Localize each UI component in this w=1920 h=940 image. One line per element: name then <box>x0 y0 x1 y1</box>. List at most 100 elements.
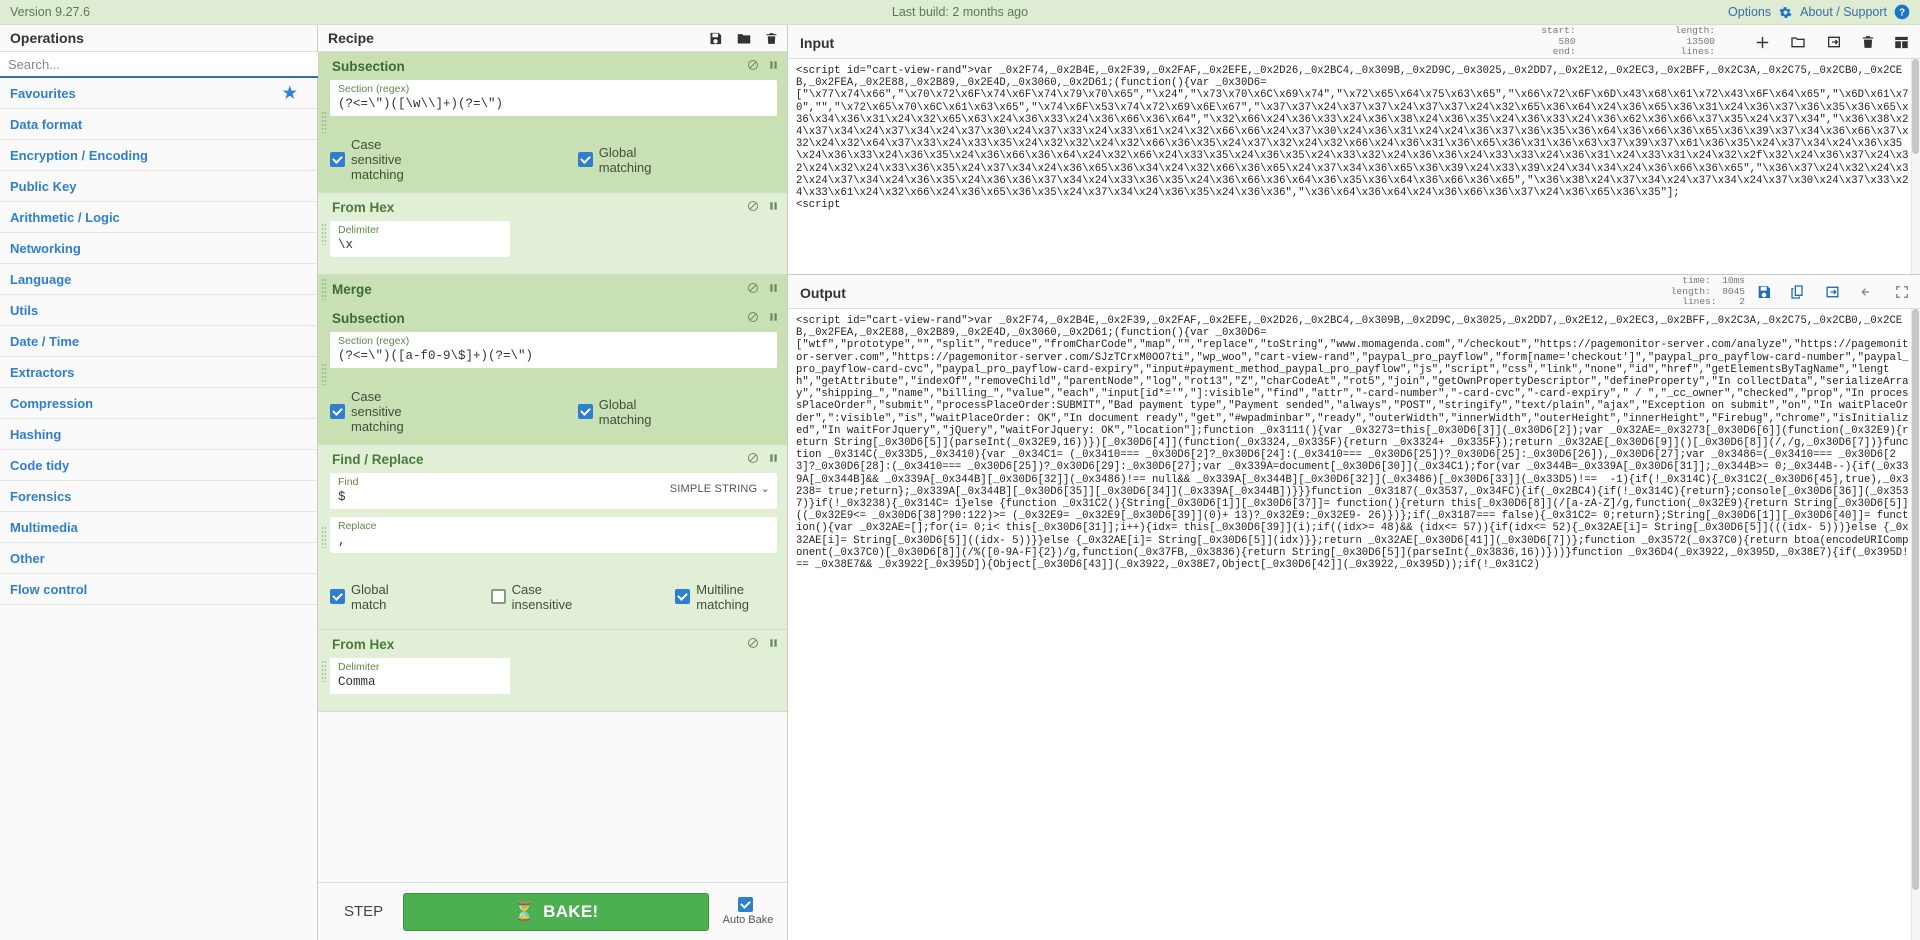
checkbox-box[interactable] <box>490 589 506 604</box>
recipe-operation[interactable]: Subsection Section (regex) (?<=\")([a-f0-9… <box>318 304 787 445</box>
options-link[interactable]: Options <box>1728 5 1771 19</box>
recipe-operation[interactable]: Find / Replace Find $ SIMPLE STRING ⌄ Replac… <box>318 445 787 630</box>
maximise-icon[interactable] <box>1894 284 1910 300</box>
operation-category-date-time[interactable]: Date / Time <box>0 326 317 357</box>
set-breakpoint-icon[interactable] <box>768 311 779 326</box>
question-circle-icon[interactable]: ? <box>1894 4 1910 20</box>
auto-bake-toggle[interactable]: Auto Bake <box>717 897 779 926</box>
tabs-layout-icon[interactable] <box>1893 35 1910 50</box>
save-recipe-icon[interactable] <box>708 31 723 46</box>
copy-icon[interactable] <box>1790 284 1806 300</box>
operation-category-favourites[interactable]: Favourites ★ <box>0 78 317 109</box>
operation-category-code-tidy[interactable]: Code tidy <box>0 450 317 481</box>
operation-category-encryption-encoding[interactable]: Encryption / Encoding <box>0 140 317 171</box>
arg-field[interactable]: Delimiter Comma <box>330 658 510 694</box>
checkbox-option[interactable]: Case insensitive <box>490 582 572 612</box>
checkbox-box[interactable] <box>330 404 345 419</box>
operation-category-hashing[interactable]: Hashing <box>0 419 317 450</box>
gear-icon[interactable] <box>1778 5 1793 20</box>
disable-operation-icon[interactable] <box>747 311 759 326</box>
arg-field[interactable]: Delimiter \x <box>330 221 510 257</box>
folder-open-icon[interactable] <box>1789 34 1807 50</box>
plus-icon[interactable] <box>1754 34 1771 51</box>
operation-category-compression[interactable]: Compression <box>0 388 317 419</box>
disable-operation-icon[interactable] <box>747 637 759 652</box>
output-scroll-thumb[interactable] <box>1912 309 1919 890</box>
drag-handle-icon[interactable] <box>321 222 326 245</box>
drag-handle-icon[interactable] <box>321 659 326 682</box>
clear-recipe-icon[interactable] <box>765 31 778 46</box>
arg-type-dropdown[interactable]: SIMPLE STRING ⌄ <box>670 482 770 495</box>
checkbox-box[interactable] <box>577 152 593 167</box>
set-breakpoint-icon[interactable] <box>768 59 779 74</box>
drag-handle-icon[interactable] <box>321 526 326 548</box>
load-recipe-icon[interactable] <box>736 31 752 46</box>
checkbox-option[interactable]: Multiline matching <box>675 582 749 612</box>
operation-category-utils[interactable]: Utils <box>0 295 317 326</box>
checkbox-box[interactable] <box>330 589 345 604</box>
arg-field[interactable]: Section (regex) (?<=\")([\w\\]+)(?=\") <box>330 80 777 116</box>
output-body[interactable]: <script id="cart-view-rand">var _0x2F74,… <box>788 309 1920 940</box>
arg-field[interactable]: Find $ SIMPLE STRING ⌄ <box>330 473 777 509</box>
arg-value[interactable]: $ <box>338 489 669 505</box>
recipe-operation-list[interactable]: Subsection Section (regex) (?<=\")([\w\\]+… <box>318 52 787 882</box>
output-scrollbar[interactable] <box>1911 309 1920 940</box>
operation-category-language[interactable]: Language <box>0 264 317 295</box>
drag-handle-icon[interactable] <box>321 111 326 133</box>
checkbox-option[interactable]: Case sensitive matching <box>330 389 404 434</box>
operation-category-flow-control[interactable]: Flow control <box>0 574 317 605</box>
arg-field[interactable]: Section (regex) (?<=\")([a-f0-9\$]+)(?=\"… <box>330 332 777 368</box>
operation-category-other[interactable]: Other <box>0 543 317 574</box>
recipe-operation[interactable]: Subsection Section (regex) (?<=\")([\w\\]+… <box>318 52 787 193</box>
operation-category-public-key[interactable]: Public Key <box>0 171 317 202</box>
time-label: time: <box>1682 275 1711 286</box>
operation-category-networking[interactable]: Networking <box>0 233 317 264</box>
trash-icon[interactable] <box>1861 34 1875 50</box>
operation-category-forensics[interactable]: Forensics <box>0 481 317 512</box>
recipe-operation[interactable]: From Hex Delimiter Comma <box>318 630 787 712</box>
arg-value[interactable]: Comma <box>338 674 502 690</box>
checkbox-box[interactable] <box>330 152 345 167</box>
drag-handle-icon[interactable] <box>321 363 326 385</box>
set-breakpoint-icon[interactable] <box>768 282 779 297</box>
disable-operation-icon[interactable] <box>747 282 759 297</box>
set-breakpoint-icon[interactable] <box>768 452 779 467</box>
operation-category-multimedia[interactable]: Multimedia <box>0 512 317 543</box>
checkbox-option[interactable]: Global matching <box>577 145 652 175</box>
operation-category-data-format[interactable]: Data format <box>0 109 317 140</box>
search-input[interactable] <box>0 52 318 78</box>
disable-operation-icon[interactable] <box>747 452 759 467</box>
input-scrollbar[interactable] <box>1911 59 1920 274</box>
bake-button[interactable]: ⏳ BAKE! <box>403 892 709 931</box>
arg-value[interactable]: \x <box>338 237 502 253</box>
checkbox-option[interactable]: Global matching <box>577 397 652 427</box>
replace-input-icon[interactable] <box>1824 284 1841 300</box>
checkbox-box[interactable] <box>577 404 593 419</box>
input-body[interactable]: <script id="cart-view-rand">var _0x2F74,… <box>788 59 1920 274</box>
checkbox-option[interactable]: Case sensitive matching <box>330 137 404 182</box>
arg-field[interactable]: Replace, <box>330 517 777 553</box>
save-output-icon[interactable] <box>1756 284 1772 300</box>
recipe-operation[interactable]: From Hex Delimiter \x <box>318 193 787 275</box>
checkbox-option[interactable]: Global match <box>330 582 389 612</box>
operation-category-arithmetic-logic[interactable]: Arithmetic / Logic <box>0 202 317 233</box>
set-breakpoint-icon[interactable] <box>768 200 779 215</box>
arg-value[interactable]: (?<=\")([\w\\]+)(?=\") <box>338 96 769 112</box>
auto-bake-checkbox[interactable] <box>737 897 753 912</box>
arg-value[interactable]: , <box>338 533 769 549</box>
import-arrow-icon[interactable] <box>1825 34 1843 50</box>
disable-operation-icon[interactable] <box>747 200 759 215</box>
arg-value[interactable]: (?<=\")([a-f0-9\$]+)(?=\") <box>338 348 769 364</box>
input-text[interactable]: <script id="cart-view-rand">var _0x2F74,… <box>788 59 1920 274</box>
about-support-link[interactable]: About / Support <box>1800 5 1887 19</box>
favourites-star-icon[interactable]: ★ <box>283 83 297 103</box>
time-value: 10ms <box>1722 275 1745 286</box>
undo-icon[interactable] <box>1859 284 1876 300</box>
disable-operation-icon[interactable] <box>747 59 759 74</box>
input-scroll-thumb[interactable] <box>1912 59 1919 154</box>
recipe-operation[interactable]: Merge <box>318 275 787 304</box>
operation-category-extractors[interactable]: Extractors <box>0 357 317 388</box>
checkbox-box[interactable] <box>675 589 691 604</box>
step-button[interactable]: STEP <box>332 897 395 926</box>
set-breakpoint-icon[interactable] <box>768 637 779 652</box>
